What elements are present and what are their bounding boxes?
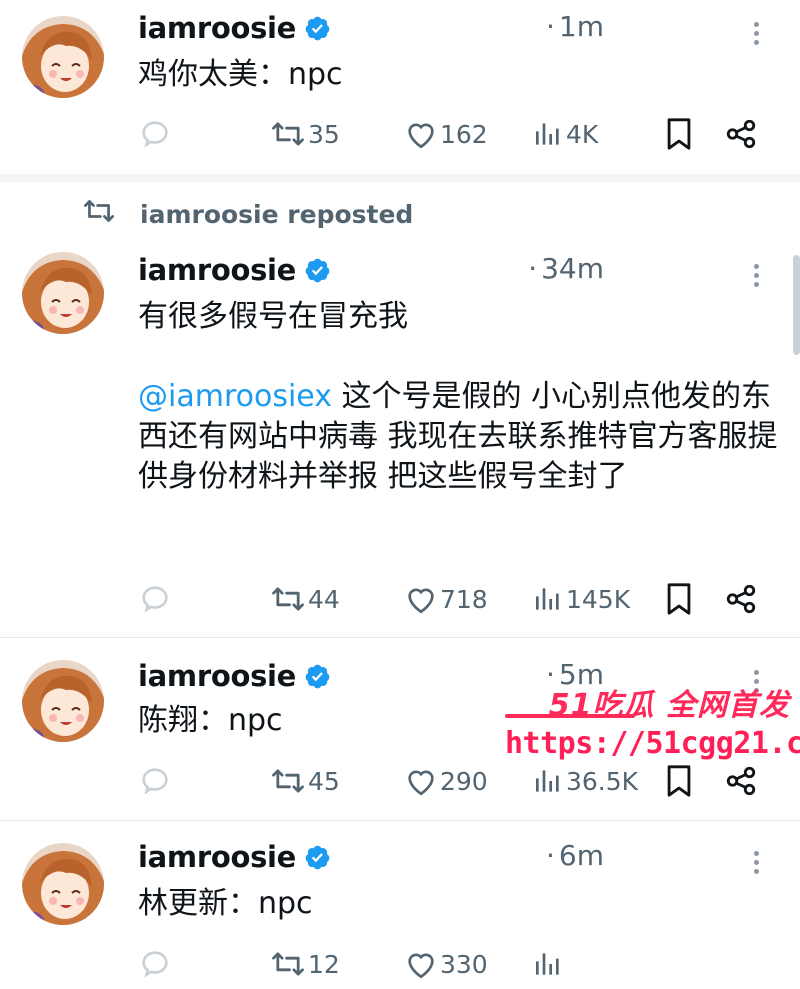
share-button[interactable] — [724, 579, 758, 619]
bookmark-icon — [664, 117, 694, 151]
repost-button[interactable]: 35 — [270, 114, 340, 154]
like-icon — [404, 765, 438, 797]
like-button[interactable]: 162 — [404, 114, 488, 154]
action-bar: 44 718 145K — [0, 579, 800, 619]
username[interactable]: iamroosie — [138, 659, 296, 693]
views-icon — [532, 118, 564, 150]
reply-icon — [138, 582, 172, 616]
repost-icon — [270, 765, 306, 797]
tweet-text: 有很多假号在冒充我 @iamroosiex 这个号是假的 小心别点他发的东西还有… — [138, 297, 778, 497]
repost-count: 35 — [308, 119, 340, 149]
reply-button[interactable] — [138, 761, 174, 801]
watermark-line — [505, 714, 635, 718]
like-button[interactable]: 290 — [404, 761, 488, 801]
repost-count: 45 — [308, 766, 340, 796]
username[interactable]: iamroosie — [138, 11, 296, 45]
tweet-2[interactable]: iamroosie reposted iamroosie · 34m 有很多假号在… — [0, 182, 800, 637]
share-icon — [724, 117, 758, 151]
action-bar: 35 162 4K — [0, 114, 800, 154]
like-count: 718 — [440, 584, 488, 614]
verified-badge-icon — [304, 844, 331, 871]
bookmark-icon — [664, 764, 694, 798]
avatar[interactable] — [22, 660, 104, 742]
like-button[interactable]: 330 — [404, 944, 488, 984]
mention-link[interactable]: @iamroosiex — [138, 379, 332, 414]
avatar[interactable] — [22, 843, 104, 925]
avatar[interactable] — [22, 16, 104, 98]
action-bar: 12 330 — [0, 944, 800, 984]
like-icon — [404, 948, 438, 980]
bookmark-icon — [664, 582, 694, 616]
reply-button[interactable] — [138, 944, 174, 984]
repost-icon — [270, 118, 306, 150]
tweet-4[interactable]: iamroosie · 6m 林更新：npc 12 330 — [0, 821, 800, 989]
time-text[interactable]: 1m — [559, 10, 604, 43]
bookmark-button[interactable] — [664, 579, 694, 619]
view-count: 145K — [566, 584, 631, 614]
repost-button[interactable]: 12 — [270, 944, 340, 984]
time-text[interactable]: 6m — [559, 839, 604, 872]
share-icon — [724, 582, 758, 616]
views-button[interactable]: 4K — [532, 114, 598, 154]
repost-note-text[interactable]: iamroosie reposted — [140, 200, 413, 229]
username[interactable]: iamroosie — [138, 253, 296, 287]
repost-icon — [270, 583, 306, 615]
divider — [0, 174, 800, 182]
reply-button[interactable] — [138, 114, 174, 154]
timestamp[interactable]: · 6m — [546, 839, 604, 872]
scrollbar[interactable] — [793, 255, 800, 355]
like-count: 290 — [440, 766, 488, 796]
repost-count: 44 — [308, 584, 340, 614]
share-button[interactable] — [724, 114, 758, 154]
like-button[interactable]: 718 — [404, 579, 488, 619]
verified-badge-icon — [304, 257, 331, 284]
time-text[interactable]: 34m — [541, 252, 604, 285]
views-button[interactable]: 145K — [532, 579, 630, 619]
views-icon — [532, 948, 564, 980]
more-icon[interactable] — [752, 264, 760, 291]
more-icon[interactable] — [752, 851, 760, 878]
view-count: 4K — [566, 119, 599, 149]
like-count: 162 — [440, 119, 488, 149]
bookmark-button[interactable] — [664, 114, 694, 154]
tweet-text: 鸡你太美：npc — [138, 57, 343, 92]
timestamp[interactable]: · 1m — [546, 10, 604, 43]
views-icon — [532, 765, 564, 797]
repost-note: iamroosie reposted — [82, 194, 413, 234]
views-icon — [532, 583, 564, 615]
share-icon — [724, 764, 758, 798]
tweet-text: 林更新：npc — [138, 886, 313, 921]
reply-icon — [138, 117, 172, 151]
like-count: 330 — [440, 949, 488, 979]
verified-badge-icon — [304, 15, 331, 42]
reply-button[interactable] — [138, 579, 174, 619]
like-icon — [404, 583, 438, 615]
reply-icon — [138, 764, 172, 798]
watermark: 51吃瓜 全网首发 https://51cgg21.com — [505, 668, 800, 768]
repost-count: 12 — [308, 949, 340, 979]
repost-button[interactable]: 44 — [270, 579, 340, 619]
views-button[interactable] — [532, 944, 566, 984]
tweet-text-line: 有很多假号在冒充我 — [138, 299, 408, 334]
more-icon[interactable] — [752, 22, 760, 49]
like-icon — [404, 118, 438, 150]
watermark-url: https://51cgg21.com — [505, 726, 800, 761]
timestamp[interactable]: · 34m — [528, 252, 604, 285]
repost-button[interactable]: 45 — [270, 761, 340, 801]
avatar[interactable] — [22, 252, 104, 334]
view-count: 36.5K — [566, 766, 639, 796]
repost-icon — [270, 948, 306, 980]
tweet-1[interactable]: iamroosie · 1m 鸡你太美：npc 35 162 4K — [0, 0, 800, 174]
reply-icon — [138, 947, 172, 981]
repost-note-icon — [82, 196, 116, 232]
username[interactable]: iamroosie — [138, 840, 296, 874]
verified-badge-icon — [304, 663, 331, 690]
